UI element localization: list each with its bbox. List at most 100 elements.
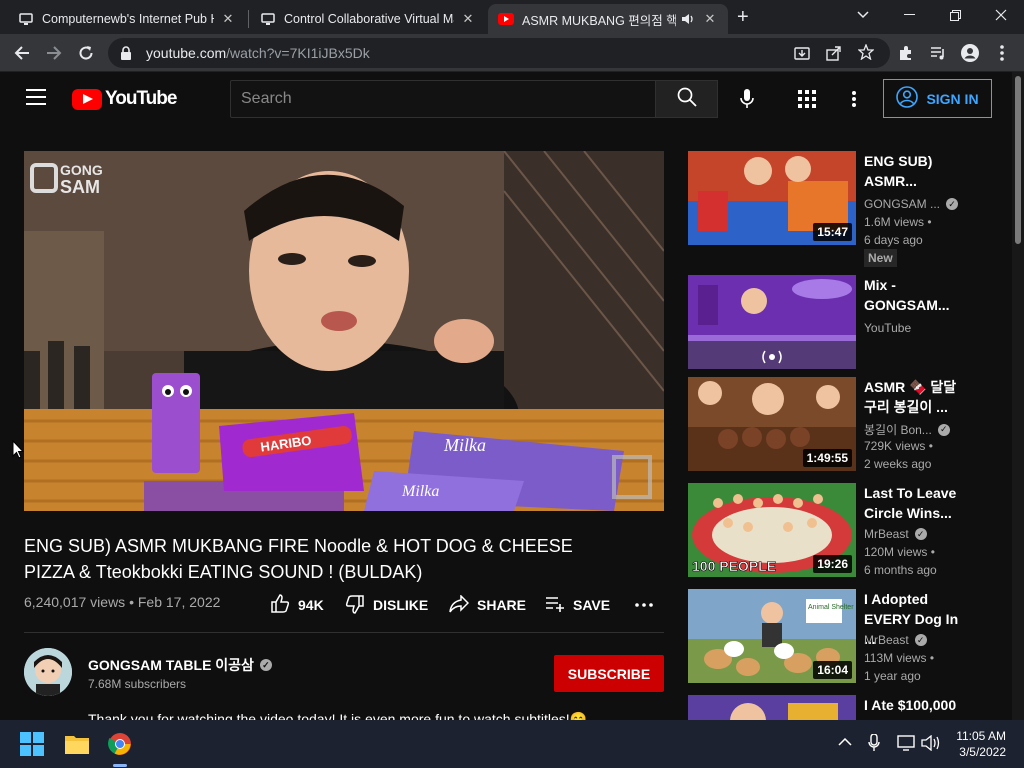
like-count: 94K <box>298 597 324 613</box>
rec-view-count: 113M views <box>864 651 927 665</box>
browser-tab-2[interactable]: Control Collaborative Virtual Mac ✕ <box>250 4 486 34</box>
settings-more-icon[interactable] <box>841 86 867 112</box>
add-to-playlist-icon <box>545 596 573 615</box>
file-explorer-icon[interactable] <box>61 728 93 760</box>
media-queue-icon[interactable] <box>926 41 950 65</box>
voice-search-mic-icon[interactable] <box>734 86 760 112</box>
browser-tab-3-active[interactable]: ASMR MUKBANG 편의점 핵 ✕ <box>488 4 728 34</box>
search-input[interactable]: Search <box>230 80 656 118</box>
scrollbar-thumb[interactable] <box>1015 76 1021 244</box>
page-scrollbar[interactable] <box>1012 72 1024 720</box>
sign-in-label: SIGN IN <box>926 90 979 107</box>
rec-views: 729K views • <box>864 439 933 453</box>
rec-view-count: 120M views <box>864 545 928 559</box>
reload-icon[interactable] <box>74 41 98 65</box>
address-bar[interactable]: youtube.com/watch?v=7KI1iJBx5Dk <box>108 38 890 68</box>
recommendation-item[interactable]: 15:47 ENG SUB) ASMR... GONGSAM ... ✓ 1.6M… <box>688 151 988 267</box>
separator: • <box>129 594 134 610</box>
dislike-button[interactable]: DISLIKE <box>345 594 428 616</box>
duration-badge: 1:49:55 <box>802 449 852 467</box>
subscribe-button[interactable]: SUBSCRIBE <box>554 655 664 692</box>
audio-playing-icon[interactable] <box>680 11 696 27</box>
profile-icon[interactable] <box>958 41 982 65</box>
search-button[interactable] <box>655 80 718 118</box>
volume-icon[interactable] <box>921 734 941 754</box>
tab-title: ASMR MUKBANG 편의점 핵 <box>522 13 676 28</box>
youtube-logo[interactable]: YouTube <box>72 88 177 110</box>
mix-thumbnail[interactable] <box>688 275 856 369</box>
more-actions-icon[interactable] <box>635 594 661 616</box>
rec-channel-name: MrBeast <box>864 633 909 647</box>
microphone-icon[interactable] <box>868 733 880 755</box>
recommendation-item[interactable]: Mix - GONGSAM... YouTube <box>688 275 988 369</box>
video-metadata: 6,240,017 views • Feb 17, 2022 <box>24 594 220 610</box>
install-app-icon[interactable] <box>794 45 810 66</box>
minimize-icon[interactable] <box>886 0 932 30</box>
duration-badge: 19:26 <box>813 555 852 573</box>
active-app-indicator <box>113 764 127 767</box>
like-button[interactable]: 94K <box>270 593 324 616</box>
recommendation-item[interactable]: 100 PEOPLE 19:26 Last To Leave Circle Wi… <box>688 483 988 577</box>
chrome-icon[interactable] <box>104 728 136 760</box>
close-tab-icon[interactable]: ✕ <box>220 11 236 27</box>
close-tab-icon[interactable]: ✕ <box>460 11 476 27</box>
account-circle-icon <box>896 86 926 111</box>
close-window-icon[interactable] <box>978 0 1024 30</box>
publish-date: Feb 17, 2022 <box>137 594 221 610</box>
extensions-puzzle-icon[interactable] <box>894 41 918 65</box>
apps-grid-icon[interactable] <box>794 86 820 112</box>
youtube-header: YouTube Search SIGN IN <box>0 72 1012 126</box>
choco-label-2: Milka <box>401 483 439 500</box>
video-player[interactable]: HARIBO Milka Milka GONG SAM <box>24 151 664 511</box>
rec-views: 113M views • <box>864 651 934 665</box>
recommendation-item[interactable]: Animal Shelter 16:04 I Adopted EVERY Dog… <box>688 589 988 683</box>
new-tab-button[interactable]: + <box>737 6 749 29</box>
menu-hamburger-icon[interactable] <box>26 89 46 105</box>
network-icon[interactable] <box>897 735 915 754</box>
verified-badge-icon: ✓ <box>937 423 950 436</box>
sign-text: Animal Shelter <box>808 604 854 611</box>
recommendation-item[interactable]: I Ate $100,000 <box>688 695 988 720</box>
video-thumbnail[interactable]: 100 PEOPLE 19:26 <box>688 483 856 577</box>
share-button[interactable]: SHARE <box>449 593 527 616</box>
channel-name[interactable]: GONGSAM TABLE 이공삼 ✓ <box>88 655 272 675</box>
forward-arrow-icon[interactable] <box>42 41 66 65</box>
windows-start-icon[interactable] <box>16 728 48 760</box>
recommendation-item[interactable]: 1:49:55 ASMR 🍫 달달 구리 봉길이 ... 봉길이 Bon... ✓… <box>688 377 988 471</box>
video-thumbnail[interactable] <box>688 695 856 720</box>
browser-toolbar: youtube.com/watch?v=7KI1iJBx5Dk <box>0 34 1024 72</box>
rec-age: 1 year ago <box>864 669 921 683</box>
mouse-cursor-icon <box>12 439 25 465</box>
subscriber-count: 7.68M subscribers <box>88 677 187 691</box>
show-hidden-icons-chevron-icon[interactable] <box>838 734 852 749</box>
windows-taskbar: 11:05 AM 3/5/2022 <box>0 720 1024 768</box>
video-thumbnail[interactable]: Animal Shelter 16:04 <box>688 589 856 683</box>
back-arrow-icon[interactable] <box>10 41 34 65</box>
youtube-play-icon <box>72 88 102 110</box>
rec-views: 120M views • <box>864 545 935 559</box>
verified-badge-icon: ✓ <box>914 528 927 540</box>
rec-view-count: 1.6M views <box>864 215 925 229</box>
share-page-icon[interactable] <box>826 45 842 66</box>
youtube-favicon-icon <box>498 11 514 27</box>
browser-menu-icon[interactable] <box>990 41 1014 65</box>
rec-channel-name: GONGSAM ... <box>864 197 941 211</box>
system-clock[interactable]: 11:05 AM 3/5/2022 <box>948 728 1006 760</box>
restore-icon[interactable] <box>932 0 978 30</box>
save-button[interactable]: SAVE <box>545 594 610 616</box>
duration-badge: 15:47 <box>813 223 852 241</box>
bookmark-star-icon[interactable] <box>857 43 875 65</box>
tab-search-icon[interactable] <box>840 0 886 30</box>
logo-text: YouTube <box>105 88 177 109</box>
channel-avatar[interactable] <box>24 648 72 696</box>
view-count: 6,240,017 views <box>24 594 126 610</box>
browser-tab-1[interactable]: Computernewb's Internet Pub Ho ✕ <box>8 4 246 34</box>
share-label: SHARE <box>477 597 527 613</box>
url-path: /watch?v=7KI1iJBx5Dk <box>226 45 370 61</box>
lock-icon[interactable] <box>120 46 134 60</box>
close-tab-icon[interactable]: ✕ <box>702 11 718 27</box>
video-thumbnail[interactable]: 1:49:55 <box>688 377 856 471</box>
sign-in-button[interactable]: SIGN IN <box>883 79 992 118</box>
rec-channel-name: YouTube <box>864 321 912 335</box>
video-thumbnail[interactable]: 15:47 <box>688 151 856 245</box>
